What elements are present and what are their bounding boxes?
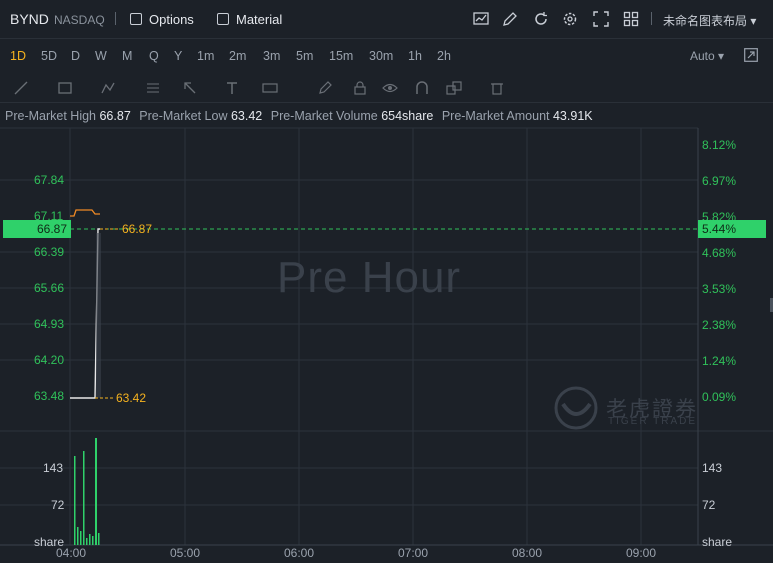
grid (0, 127, 773, 545)
volume-unit-right: share (702, 535, 733, 549)
y-tick-right: 1.24% (702, 354, 737, 368)
y-tick-right: 3.53% (702, 282, 737, 296)
y-tick-right: 0.09% (702, 390, 737, 404)
x-tick: 07:00 (398, 546, 429, 560)
x-tick: 06:00 (284, 546, 315, 560)
tiger-logo (554, 386, 598, 430)
volume-tick-right: 143 (702, 461, 723, 475)
x-tick: 04:00 (56, 546, 87, 560)
y-tick-left: 65.66 (34, 281, 65, 295)
y-tick-left: 66.39 (34, 245, 65, 259)
current-pct-badge-right: 5.44% (698, 220, 766, 238)
watermark: Pre Hour (277, 253, 462, 302)
price-range-bar (96, 233, 101, 398)
y-tick-left: 63.48 (34, 389, 65, 403)
y-tick-left: 64.93 (34, 317, 65, 331)
y-tick-right: 2.38% (702, 318, 737, 332)
logo-subtext: TIGER TRADE (608, 416, 698, 427)
volume-bars (74, 438, 100, 545)
volume-tick-left: 143 (43, 461, 64, 475)
x-tick: 08:00 (512, 546, 543, 560)
high-marker-label: 66.87 (122, 222, 153, 236)
volume-tick-left: 72 (51, 498, 65, 512)
y-tick-right: 6.97% (702, 174, 737, 188)
y-tick-left: 67.84 (34, 173, 65, 187)
average-line (70, 209, 100, 217)
current-price-badge-left: 66.87 (3, 220, 71, 238)
x-tick: 09:00 (626, 546, 657, 560)
low-marker-label: 63.42 (116, 391, 147, 405)
x-tick: 05:00 (170, 546, 201, 560)
y-tick-left: 64.20 (34, 353, 65, 367)
y-tick-right: 4.68% (702, 246, 737, 260)
volume-tick-right: 72 (702, 498, 716, 512)
price-line (70, 228, 100, 399)
y-tick-right: 8.12% (702, 138, 737, 152)
